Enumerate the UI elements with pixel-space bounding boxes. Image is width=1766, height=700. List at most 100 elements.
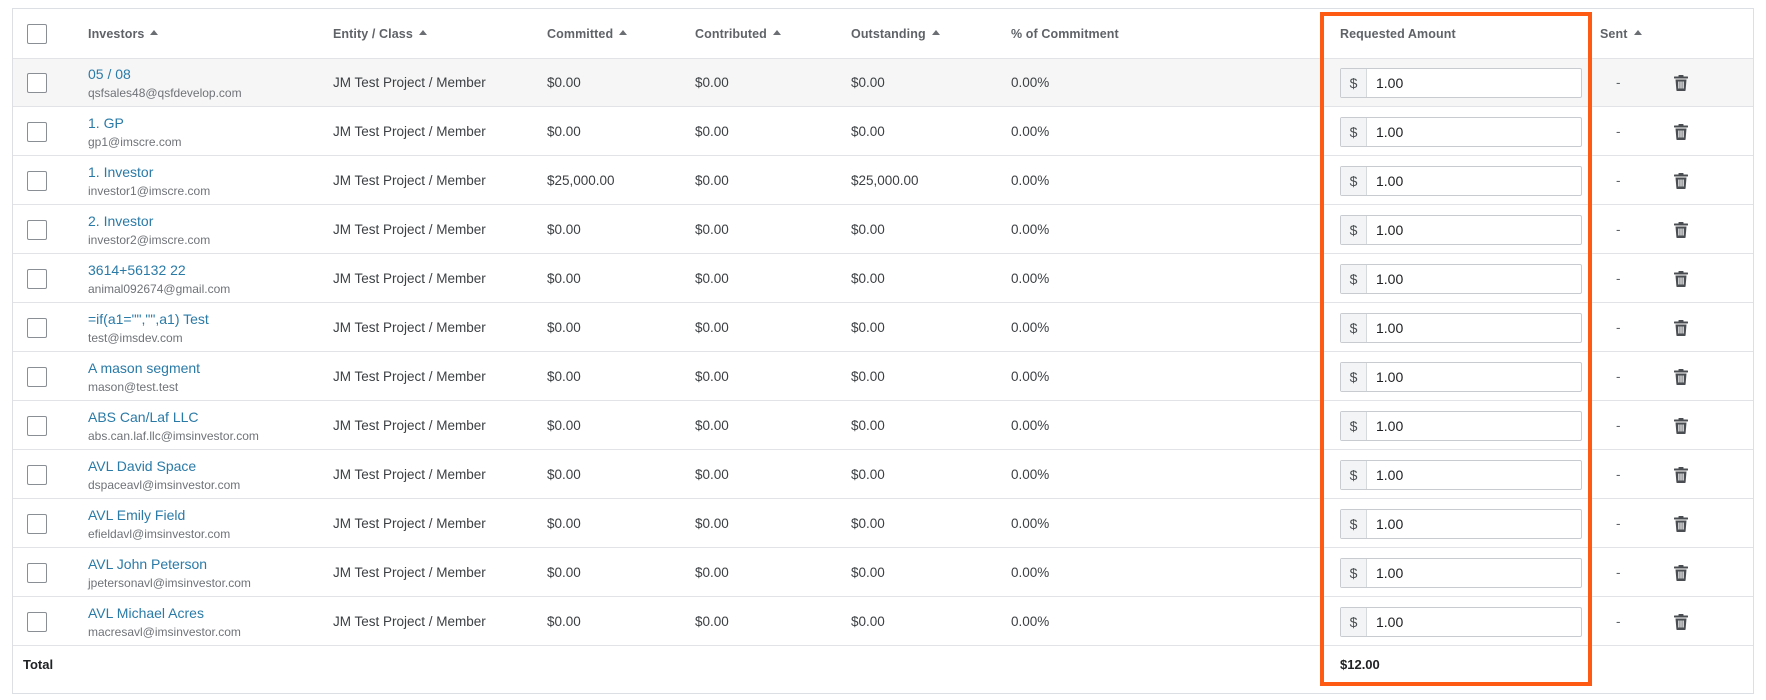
requested-amount-field[interactable] <box>1367 608 1581 636</box>
delete-row-button[interactable] <box>1674 255 1688 302</box>
header-contributed[interactable]: Contributed <box>695 9 781 58</box>
row-checkbox[interactable] <box>27 513 47 534</box>
row-checkbox[interactable] <box>27 170 47 191</box>
pct-commitment-value: 0.00% <box>1011 565 1050 580</box>
delete-row-button[interactable] <box>1674 59 1688 106</box>
trash-icon <box>1674 466 1688 483</box>
row-checkbox[interactable] <box>27 317 47 338</box>
outstanding-value: $0.00 <box>851 75 885 90</box>
sort-up-icon <box>931 30 940 35</box>
delete-row-button[interactable] <box>1674 549 1688 596</box>
requested-amount-input[interactable]: $ <box>1340 509 1582 539</box>
investor-name-link[interactable]: ABS Can/Laf LLC <box>88 408 199 426</box>
entity-class: JM Test Project / Member <box>333 271 486 286</box>
requested-amount-input[interactable]: $ <box>1340 68 1582 98</box>
table-row: ABS Can/Laf LLC abs.can.laf.llc@imsinves… <box>13 402 1753 450</box>
requested-amount-input[interactable]: $ <box>1340 607 1582 637</box>
contributed-value: $0.00 <box>695 320 729 335</box>
trash-icon <box>1674 74 1688 91</box>
row-select-cell <box>27 59 47 106</box>
header-outstanding[interactable]: Outstanding <box>851 9 940 58</box>
committed-value: $0.00 <box>547 271 581 286</box>
sent-status: - <box>1616 222 1621 237</box>
pct-commitment-value: 0.00% <box>1011 320 1050 335</box>
delete-row-button[interactable] <box>1674 206 1688 253</box>
select-all-checkbox[interactable] <box>27 23 47 44</box>
pct-commitment-value: 0.00% <box>1011 222 1050 237</box>
pct-commitment-value: 0.00% <box>1011 418 1050 433</box>
sort-up-icon <box>772 30 781 35</box>
table-row: =if(a1="","",a1) Test test@imsdev.com JM… <box>13 304 1753 352</box>
delete-row-button[interactable] <box>1674 500 1688 547</box>
requested-amount-input[interactable]: $ <box>1340 460 1582 490</box>
contributed-value: $0.00 <box>695 173 729 188</box>
delete-row-button[interactable] <box>1674 402 1688 449</box>
delete-row-button[interactable] <box>1674 108 1688 155</box>
requested-amount-field[interactable] <box>1367 559 1581 587</box>
requested-amount-field[interactable] <box>1367 363 1581 391</box>
row-checkbox[interactable] <box>27 415 47 436</box>
requested-amount-field[interactable] <box>1367 412 1581 440</box>
investor-name-link[interactable]: 1. Investor <box>88 163 153 181</box>
investor-name-link[interactable]: =if(a1="","",a1) Test <box>88 310 209 328</box>
delete-row-button[interactable] <box>1674 451 1688 498</box>
row-checkbox[interactable] <box>27 72 47 93</box>
row-checkbox[interactable] <box>27 366 47 387</box>
requested-amount-input[interactable]: $ <box>1340 558 1582 588</box>
investor-email: jpetersonavl@imsinvestor.com <box>88 575 251 590</box>
contributed-value: $0.00 <box>695 467 729 482</box>
row-select-cell <box>27 549 47 596</box>
row-checkbox[interactable] <box>27 219 47 240</box>
investor-email: test@imsdev.com <box>88 330 183 345</box>
row-checkbox[interactable] <box>27 464 47 485</box>
committed-value: $0.00 <box>547 565 581 580</box>
delete-row-button[interactable] <box>1674 353 1688 400</box>
header-entity-class[interactable]: Entity / Class <box>333 9 427 58</box>
row-checkbox[interactable] <box>27 611 47 632</box>
requested-amount-input[interactable]: $ <box>1340 411 1582 441</box>
row-checkbox[interactable] <box>27 268 47 289</box>
investor-name-link[interactable]: 2. Investor <box>88 212 153 230</box>
header-committed[interactable]: Committed <box>547 9 628 58</box>
currency-prefix: $ <box>1341 314 1367 342</box>
requested-amount-input[interactable]: $ <box>1340 362 1582 392</box>
row-checkbox[interactable] <box>27 121 47 142</box>
pct-commitment-value: 0.00% <box>1011 75 1050 90</box>
requested-amount-field[interactable] <box>1367 461 1581 489</box>
contributed-value: $0.00 <box>695 75 729 90</box>
committed-value: $0.00 <box>547 418 581 433</box>
investor-name-link[interactable]: AVL David Space <box>88 457 196 475</box>
outstanding-value: $0.00 <box>851 320 885 335</box>
table-row: 1. Investor investor1@imscre.com JM Test… <box>13 157 1753 205</box>
contributed-value: $0.00 <box>695 124 729 139</box>
requested-amount-input[interactable]: $ <box>1340 215 1582 245</box>
investor-name-link[interactable]: A mason segment <box>88 359 200 377</box>
investor-name-link[interactable]: 05 / 08 <box>88 65 131 83</box>
requested-amount-input[interactable]: $ <box>1340 166 1582 196</box>
investor-name-link[interactable]: AVL John Peterson <box>88 555 207 573</box>
pct-commitment-value: 0.00% <box>1011 173 1050 188</box>
investor-name-link[interactable]: 3614+56132 22 <box>88 261 186 279</box>
header-investors[interactable]: Investors <box>88 9 159 58</box>
requested-amount-field[interactable] <box>1367 167 1581 195</box>
trash-icon <box>1674 564 1688 581</box>
row-checkbox[interactable] <box>27 562 47 583</box>
row-select-cell <box>27 255 47 302</box>
requested-amount-field[interactable] <box>1367 69 1581 97</box>
investor-name-link[interactable]: AVL Emily Field <box>88 506 185 524</box>
header-sent[interactable]: Sent <box>1600 9 1642 58</box>
table-row: AVL Emily Field efieldavl@imsinvestor.co… <box>13 500 1753 548</box>
requested-amount-field[interactable] <box>1367 510 1581 538</box>
delete-row-button[interactable] <box>1674 304 1688 351</box>
investor-name-link[interactable]: AVL Michael Acres <box>88 604 204 622</box>
requested-amount-field[interactable] <box>1367 216 1581 244</box>
delete-row-button[interactable] <box>1674 157 1688 204</box>
requested-amount-field[interactable] <box>1367 314 1581 342</box>
requested-amount-input[interactable]: $ <box>1340 264 1582 294</box>
requested-amount-field[interactable] <box>1367 265 1581 293</box>
committed-value: $0.00 <box>547 369 581 384</box>
investor-name-link[interactable]: 1. GP <box>88 114 124 132</box>
requested-amount-field[interactable] <box>1367 118 1581 146</box>
requested-amount-input[interactable]: $ <box>1340 313 1582 343</box>
requested-amount-input[interactable]: $ <box>1340 117 1582 147</box>
